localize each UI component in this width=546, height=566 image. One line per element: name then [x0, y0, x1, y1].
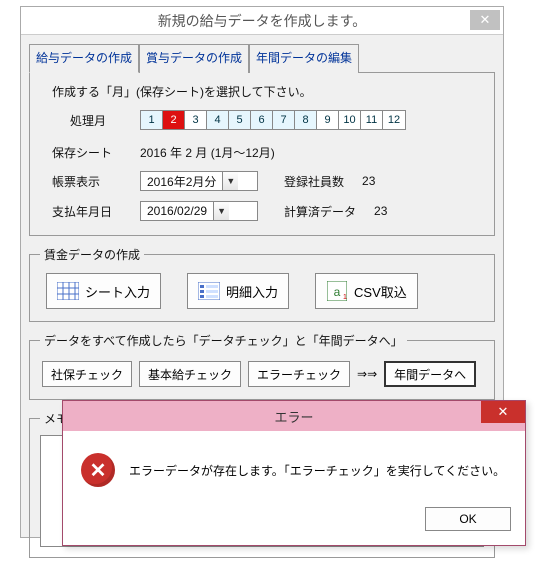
- month-9[interactable]: 9: [317, 111, 339, 129]
- button-label: 明細入力: [226, 282, 278, 301]
- tab-label: 年間データの編集: [256, 51, 352, 65]
- tab-annual-edit[interactable]: 年間データの編集: [249, 44, 359, 73]
- calc-done-label: 計算済データ: [284, 203, 356, 220]
- month-selector: 1 2 3 4 5 6 7 8 9 10 11 12: [140, 110, 406, 130]
- form-display-value: 2016年2月分: [141, 173, 222, 190]
- wage-legend: 賃金データの作成: [40, 246, 144, 263]
- month-5[interactable]: 5: [229, 111, 251, 129]
- close-icon: ✕: [498, 404, 509, 420]
- csv-import-button[interactable]: a1 CSV取込: [315, 273, 418, 309]
- form-display-combo[interactable]: 2016年2月分 ▼: [140, 171, 258, 191]
- tab-label: 賞与データの作成: [146, 51, 242, 65]
- month-2[interactable]: 2: [163, 111, 185, 129]
- registered-emp-value: 23: [362, 174, 375, 188]
- ok-button[interactable]: OK: [425, 507, 511, 531]
- sheet-input-button[interactable]: シート入力: [46, 273, 161, 309]
- dialog-message: エラーデータが存在します。「エラーチェック」を実行してください。: [129, 462, 505, 479]
- registered-emp-label: 登録社員数: [284, 173, 344, 190]
- chevron-down-icon: ▼: [213, 202, 229, 220]
- svg-text:a: a: [334, 285, 341, 299]
- dialog-body: ✕ エラーデータが存在します。「エラーチェック」を実行してください。: [63, 431, 525, 499]
- svg-text:1: 1: [343, 294, 347, 301]
- month-7[interactable]: 7: [273, 111, 295, 129]
- close-icon: ✕: [480, 12, 491, 28]
- button-label: 年間データへ: [394, 366, 466, 383]
- pay-date-label: 支払年月日: [52, 203, 114, 220]
- save-sheet-label: 保存シート: [52, 144, 114, 161]
- month-4[interactable]: 4: [207, 111, 229, 129]
- titlebar: 新規の給与データを作成します。 ✕: [21, 7, 503, 35]
- tab-salary-create[interactable]: 給与データの作成: [29, 44, 139, 73]
- excel-icon: a1: [326, 280, 348, 302]
- wage-button-row: シート入力 明細入力 a1 CSV取込: [40, 271, 484, 311]
- window-title: 新規の給与データを作成します。: [158, 11, 367, 31]
- button-label: エラーチェック: [257, 366, 341, 383]
- month-11[interactable]: 11: [361, 111, 383, 129]
- month-3[interactable]: 3: [185, 111, 207, 129]
- kihon-check-button[interactable]: 基本給チェック: [139, 361, 241, 387]
- annual-data-button[interactable]: 年間データへ: [384, 361, 476, 387]
- month-10[interactable]: 10: [339, 111, 361, 129]
- calc-done-value: 23: [374, 204, 387, 218]
- pay-date-value: 2016/02/29: [141, 204, 213, 218]
- month-prompt: 作成する「月」(保存シート)を選択して下さい。: [52, 83, 484, 100]
- month-1[interactable]: 1: [141, 111, 163, 129]
- form-display-label: 帳票表示: [52, 173, 114, 190]
- error-icon: ✕: [81, 453, 115, 487]
- list-icon: [198, 280, 220, 302]
- flow-button-row: 社保チェック 基本給チェック エラーチェック ⇒⇒ 年間データへ: [40, 357, 484, 389]
- month-12[interactable]: 12: [383, 111, 405, 129]
- month-6[interactable]: 6: [251, 111, 273, 129]
- tab-page-salary: 作成する「月」(保存シート)を選択して下さい。 処理月 1 2 3 4 5 6 …: [29, 72, 495, 236]
- flow-group: データをすべて作成したら「データチェック」と「年間データへ」 社保チェック 基本…: [29, 332, 495, 400]
- error-dialog: エラー ✕ ✕ エラーデータが存在します。「エラーチェック」を実行してください。…: [62, 400, 526, 546]
- arrow-icon: ⇒⇒: [357, 367, 377, 381]
- window-close-button[interactable]: ✕: [470, 10, 500, 30]
- button-label: OK: [459, 512, 476, 526]
- proc-month-label: 処理月: [70, 112, 132, 129]
- tab-label: 給与データの作成: [36, 51, 132, 65]
- button-label: CSV取込: [354, 282, 407, 301]
- button-label: 基本給チェック: [148, 366, 232, 383]
- tab-strip: 給与データの作成 賞与データの作成 年間データの編集: [29, 43, 495, 72]
- pay-date-combo[interactable]: 2016/02/29 ▼: [140, 201, 258, 221]
- wage-data-group: 賃金データの作成 シート入力 明細入力 a1: [29, 246, 495, 322]
- tab-bonus-create[interactable]: 賞与データの作成: [139, 44, 249, 73]
- detail-input-button[interactable]: 明細入力: [187, 273, 289, 309]
- dialog-titlebar: エラー ✕: [63, 401, 525, 431]
- button-label: 社保チェック: [51, 366, 123, 383]
- shaho-check-button[interactable]: 社保チェック: [42, 361, 132, 387]
- dialog-title: エラー: [274, 407, 313, 426]
- button-label: シート入力: [85, 282, 150, 301]
- dialog-close-button[interactable]: ✕: [481, 401, 525, 423]
- dialog-footer: OK: [63, 499, 525, 545]
- flow-legend: データをすべて作成したら「データチェック」と「年間データへ」: [40, 332, 407, 349]
- save-sheet-value: 2016 年 2 月 (1月～12月): [140, 144, 275, 161]
- grid-icon: [57, 280, 79, 302]
- chevron-down-icon: ▼: [222, 172, 238, 190]
- error-check-button[interactable]: エラーチェック: [248, 361, 350, 387]
- month-8[interactable]: 8: [295, 111, 317, 129]
